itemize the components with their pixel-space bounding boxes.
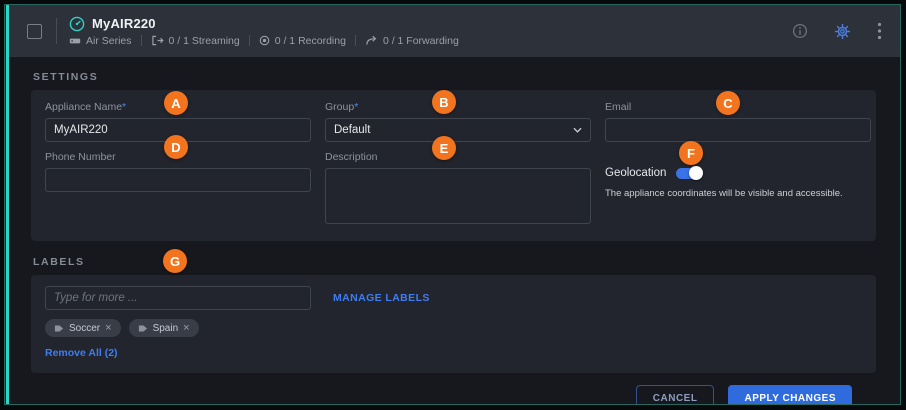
streaming-icon — [151, 35, 164, 46]
chevron-down-icon — [573, 127, 582, 133]
annotation-badge-f: F — [679, 141, 703, 165]
description-textarea[interactable] — [325, 168, 591, 224]
remove-all-labels-link[interactable]: Remove All (2) — [45, 347, 118, 359]
chip-label: Soccer — [69, 323, 100, 334]
phone-input[interactable] — [45, 168, 311, 192]
device-type-icon — [69, 36, 81, 46]
selection-accent-bar — [6, 5, 9, 404]
device-settings-panel: MyAIR220 Air Series — [4, 4, 901, 405]
chip-label: Spain — [153, 323, 179, 334]
recording-icon — [259, 35, 270, 46]
header-bar: MyAIR220 Air Series — [9, 5, 900, 57]
group-label: Group* — [325, 101, 591, 113]
forwarding-icon — [365, 35, 378, 46]
annotation-badge-d: D — [164, 135, 188, 159]
device-type-label: Air Series — [86, 35, 132, 47]
annotation-badge-g: G — [163, 249, 187, 273]
labels-card: MANAGE LABELS Soccer × Spain × — [31, 275, 876, 373]
label-chips-row: Soccer × Spain × — [45, 319, 862, 337]
gear-icon[interactable] — [832, 21, 853, 42]
streaming-count: 0 / 1 Streaming — [169, 35, 240, 47]
info-icon[interactable] — [790, 21, 810, 41]
email-input[interactable] — [605, 118, 871, 142]
group-select[interactable]: Default — [325, 118, 591, 142]
group-field: Group* Default — [325, 101, 591, 142]
device-meta-row: Air Series 0 / 1 Streaming — [69, 35, 459, 47]
settings-card: Appliance Name* Group* Default Email Pho… — [31, 90, 876, 241]
geolocation-field: Geolocation The appliance coordinates wi… — [605, 151, 871, 229]
annotation-badge-c: C — [716, 91, 740, 115]
geolocation-label: Geolocation — [605, 167, 666, 179]
forwarding-count: 0 / 1 Forwarding — [383, 35, 459, 47]
annotation-badge-e: E — [432, 136, 456, 160]
description-label: Description — [325, 151, 591, 163]
gauge-circle-icon — [69, 16, 85, 32]
apply-changes-button[interactable]: APPLY CHANGES — [728, 385, 852, 405]
manage-labels-link[interactable]: MANAGE LABELS — [333, 292, 430, 304]
group-selected-value: Default — [334, 124, 370, 136]
label-chip-spain: Spain × — [129, 319, 199, 337]
settings-section-title: SETTINGS — [33, 71, 876, 83]
geolocation-toggle[interactable] — [676, 168, 701, 179]
annotation-badge-a: A — [164, 91, 188, 115]
chip-remove-icon[interactable]: × — [183, 323, 189, 334]
geolocation-helper-text: The appliance coordinates will be visibl… — [605, 188, 871, 199]
labels-section-title: LABELS — [33, 256, 876, 268]
device-title: MyAIR220 — [92, 16, 156, 31]
tag-icon — [54, 324, 64, 333]
kebab-menu-icon[interactable] — [875, 20, 884, 42]
cancel-button[interactable]: CANCEL — [636, 385, 715, 405]
annotation-badge-b: B — [432, 90, 456, 114]
header-divider — [56, 18, 57, 44]
label-chip-soccer: Soccer × — [45, 319, 121, 337]
select-device-checkbox[interactable] — [27, 24, 42, 39]
tag-icon — [138, 324, 148, 333]
recording-count: 0 / 1 Recording — [275, 35, 346, 47]
description-field: Description — [325, 151, 591, 229]
chip-remove-icon[interactable]: × — [105, 323, 111, 334]
phone-field: Phone Number — [45, 151, 311, 229]
labels-search-input[interactable] — [45, 286, 311, 310]
